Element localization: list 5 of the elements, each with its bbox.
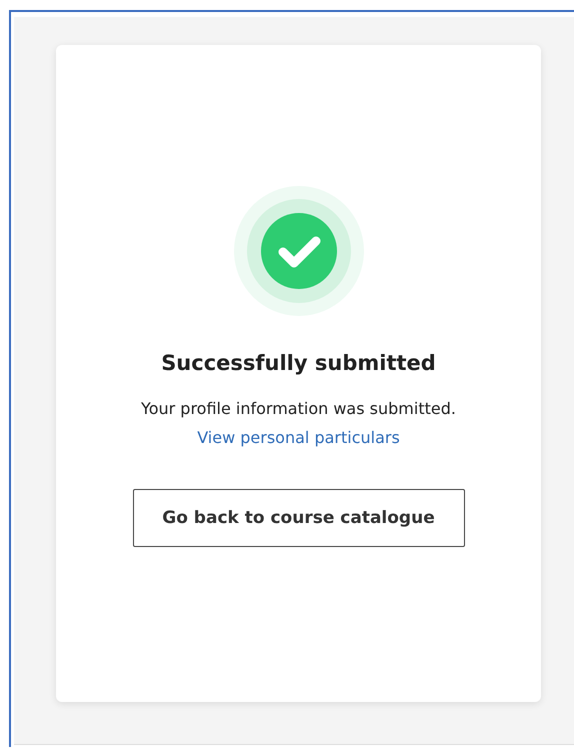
back-button[interactable]: Go back to course catalogue xyxy=(132,489,464,547)
personal-particulars-link[interactable]: View personal particulars xyxy=(197,428,400,447)
success-check-icon xyxy=(232,185,364,317)
status-message: Your profile information was submitted. xyxy=(141,399,456,418)
status-title: Successfully submitted xyxy=(161,351,436,375)
